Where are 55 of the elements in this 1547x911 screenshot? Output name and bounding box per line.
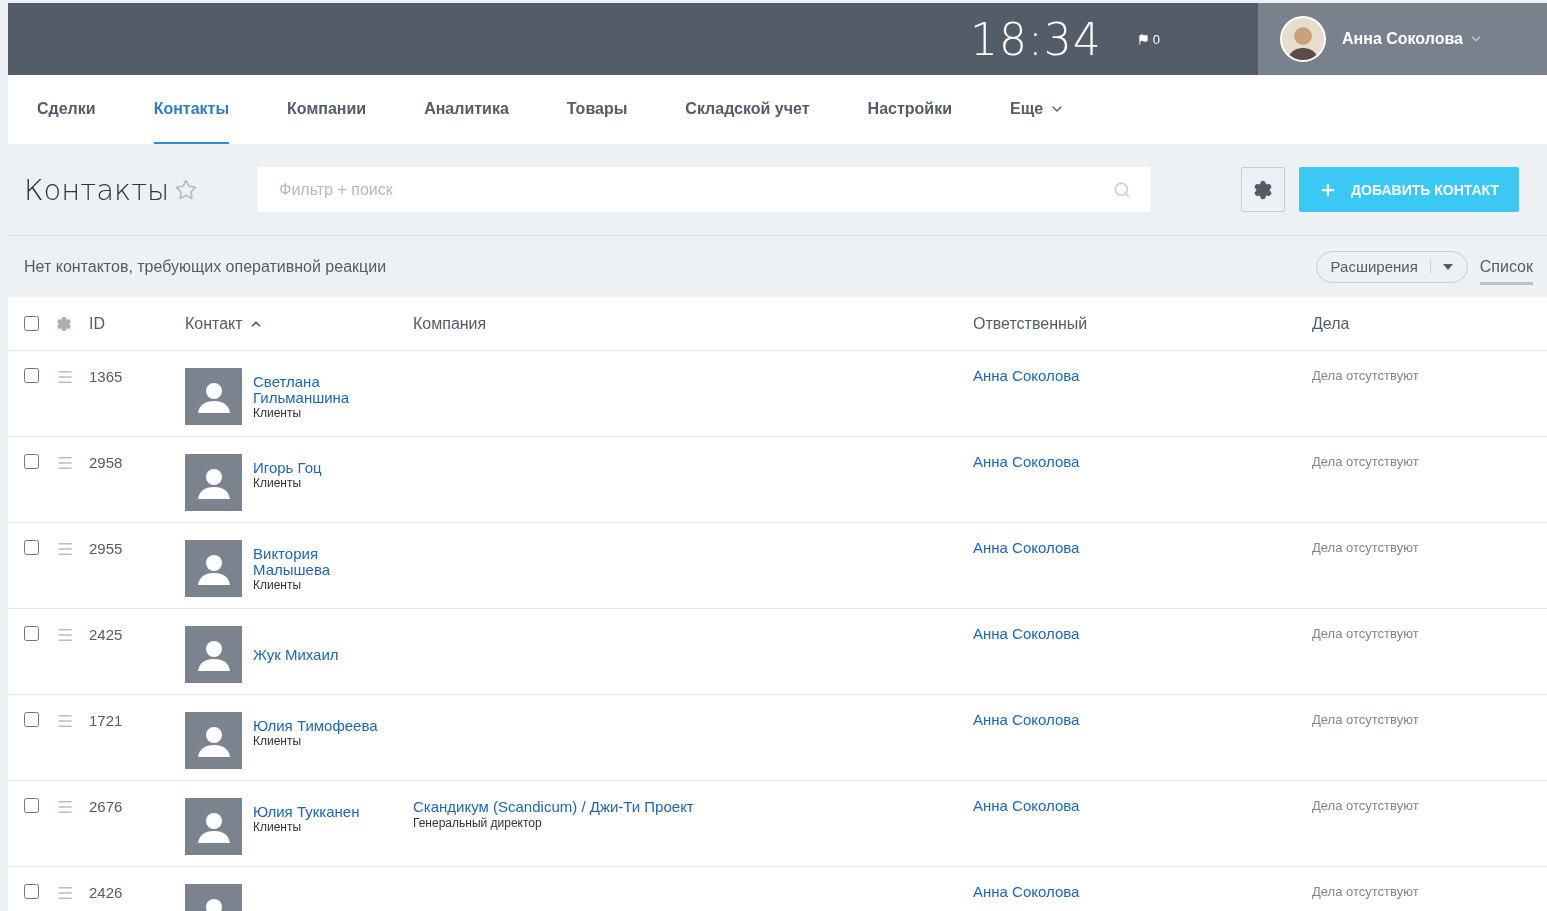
contact-id: 1365 (89, 368, 124, 385)
notice-text: Нет контактов, требующих оперативной реакции (24, 257, 387, 276)
extensions-button[interactable]: Расширения (1315, 250, 1468, 283)
nav-tab[interactable]: Контакты (153, 75, 230, 144)
nav-tab[interactable]: Компании (287, 75, 367, 144)
responsible-link[interactable]: Анна Соколова (973, 454, 1312, 470)
contact-id: 2955 (89, 540, 124, 557)
tasks-status: Дела отсутствуют (1312, 540, 1420, 555)
list-view-tab[interactable]: Список (1479, 254, 1533, 285)
contact-name-link[interactable]: Жук Михаил (253, 646, 339, 663)
tasks-status: Дела отсутствуют (1312, 798, 1420, 813)
contact-group: Клиенты (253, 406, 381, 420)
clock-time: 18:34 (969, 13, 1102, 65)
contact-id: 2425 (89, 626, 124, 643)
column-header[interactable]: Ответственный (973, 314, 1312, 333)
responsible-link[interactable]: Анна Соколова (973, 712, 1312, 728)
contact-group: Клиенты (253, 820, 360, 834)
responsible-link[interactable]: Анна Соколова (973, 368, 1312, 384)
contact-name-link[interactable]: Виктория Малышева (253, 546, 381, 578)
page-title: Контакты (24, 172, 170, 207)
responsible-link[interactable]: Анна Соколова (973, 884, 1312, 900)
contact-group: Клиенты (253, 578, 381, 592)
contact-name-link[interactable]: Юлия Тимофеева (253, 718, 378, 734)
nav-tab[interactable]: Еще (1010, 75, 1066, 144)
contact-id: 2426 (89, 884, 124, 901)
contact-id: 2958 (89, 454, 124, 471)
search-field[interactable]: Фильтр + поиск (257, 167, 1152, 212)
nav-tab[interactable]: Товары (566, 75, 628, 144)
responsible-link[interactable]: Анна Соколова (973, 540, 1312, 556)
nav-tab[interactable]: Складской учет (685, 75, 810, 144)
contact-name-link[interactable]: Светлана Гильманшина (253, 374, 381, 406)
contact-id: 2676 (89, 798, 124, 815)
column-header[interactable]: Дела (1312, 314, 1547, 333)
responsible-link[interactable]: Анна Соколова (973, 798, 1312, 814)
contact-name-link[interactable]: Игорь Гоц (253, 460, 322, 476)
flag-count: 0 (1152, 31, 1160, 47)
contact-group: Клиенты (253, 476, 322, 490)
tasks-status: Дела отсутствуют (1312, 712, 1420, 727)
column-header[interactable]: Контакт (185, 314, 413, 333)
tasks-status: Дела отсутствуют (1312, 884, 1420, 899)
tasks-status: Дела отсутствуют (1312, 454, 1420, 469)
column-header[interactable]: ID (89, 314, 185, 333)
contact-id: 1721 (89, 712, 124, 729)
contact-group: Клиенты (253, 734, 378, 748)
tasks-status: Дела отсутствуют (1312, 368, 1420, 383)
company-link[interactable]: Скандикум (Scandicum) / Джи-Ти Проект (413, 798, 694, 815)
nav-tab[interactable]: Сделки (37, 75, 96, 144)
responsible-link[interactable]: Анна Соколова (973, 626, 1312, 642)
nav-tab[interactable]: Настройки (867, 75, 952, 144)
company-role: Генеральный директор (413, 816, 543, 830)
nav-tab[interactable]: Аналитика (424, 75, 509, 144)
tasks-status: Дела отсутствуют (1312, 626, 1420, 641)
column-header[interactable]: Компания (413, 314, 973, 333)
user-menu[interactable]: Анна Соколова (1342, 30, 1483, 48)
contact-name-link[interactable]: Юлия Тукканен (253, 804, 360, 820)
